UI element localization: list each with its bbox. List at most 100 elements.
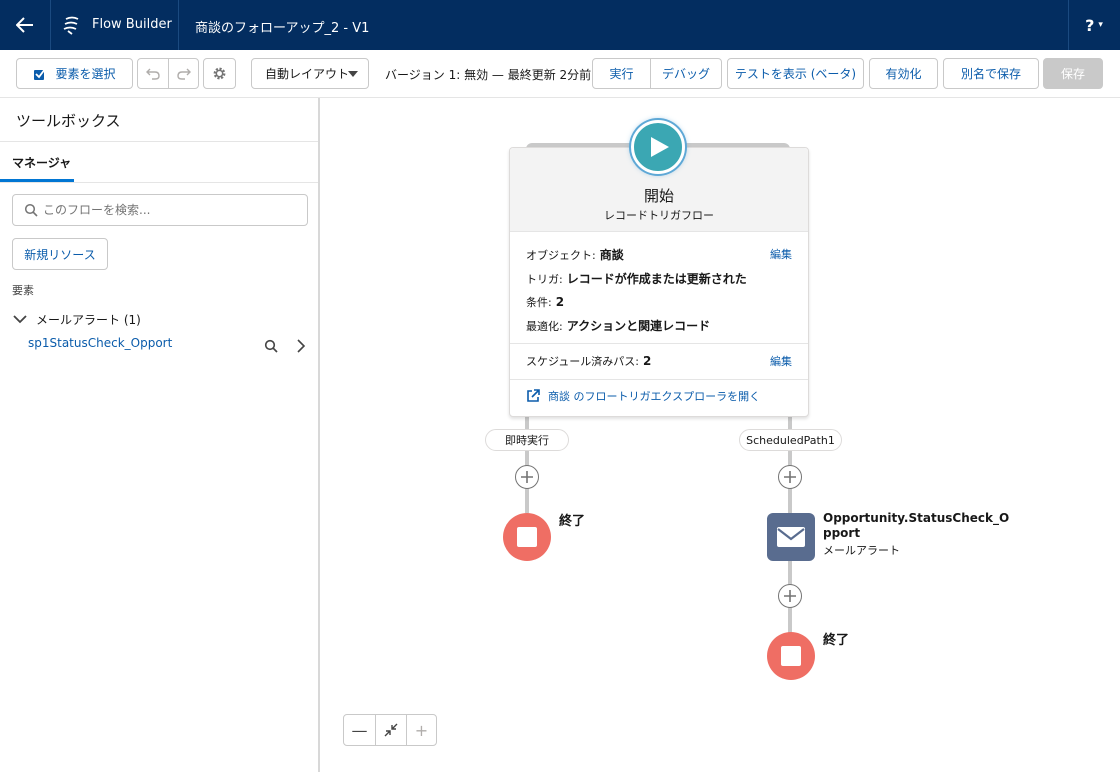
email-alert-node-type: メールアラート [823, 544, 900, 557]
start-node[interactable] [631, 120, 685, 174]
end-node[interactable] [503, 513, 551, 561]
stop-icon [517, 527, 537, 547]
flow-builder-logo-icon [63, 16, 79, 35]
condition-label: 条件: [526, 296, 552, 309]
stop-icon [781, 646, 801, 666]
plus-icon [784, 471, 796, 483]
header-divider [50, 0, 51, 50]
tab-manager[interactable]: マネージャ [12, 154, 71, 171]
email-icon [777, 527, 805, 547]
optimize-label: 最適化: [526, 320, 563, 333]
layout-select-value: 自動レイアウト [265, 67, 350, 81]
condition-value: 2 [555, 295, 565, 309]
debug-button[interactable]: デバッグ [651, 59, 721, 88]
play-icon [650, 137, 669, 157]
trigger-explorer-label: 商談 のフロートリガエクスプローラを開く [548, 390, 761, 403]
app-header: Flow Builder 商談のフォローアップ_2 - V1 ? ▾ [0, 0, 1120, 50]
email-alert-group-toggle[interactable]: メールアラート (1) [12, 310, 141, 328]
email-alert-node-name: Opportunity.StatusCheck_Opport [823, 511, 1010, 540]
save-as-button[interactable]: 別名で保存 [943, 58, 1039, 89]
header-divider [178, 0, 179, 50]
plus-icon [521, 471, 533, 483]
collapse-arrows-icon [384, 723, 397, 737]
external-link-icon [527, 389, 540, 402]
divider [510, 343, 808, 344]
email-alert-item-link[interactable]: sp1StatusCheck_Opport [28, 336, 172, 350]
scheduled-paths-value: 2 [642, 354, 652, 368]
email-alert-node[interactable] [767, 513, 815, 561]
chevron-right-icon[interactable] [295, 339, 307, 353]
search-icon[interactable] [264, 339, 278, 353]
connector-line [788, 415, 792, 429]
divider [510, 379, 808, 380]
immediate-path-label[interactable]: 即時実行 [485, 429, 569, 451]
chevron-down-icon: ▾ [1098, 20, 1103, 30]
undo-redo-group [137, 58, 199, 89]
divider [0, 182, 318, 183]
save-button[interactable]: 保存 [1043, 58, 1103, 89]
checkbox-select-icon [34, 67, 47, 80]
back-button[interactable] [0, 0, 50, 50]
object-value: 商談 [599, 248, 624, 262]
start-subtitle: レコードトリガフロー [604, 209, 714, 222]
run-debug-group: 実行 デバッグ [592, 58, 722, 89]
scheduled-path-label[interactable]: ScheduledPath1 [739, 429, 842, 451]
toolbox-title: ツールボックス [16, 112, 121, 130]
object-row: オブジェクト: 商談 [526, 246, 624, 263]
undo-icon [146, 68, 160, 80]
flow-search-box [12, 194, 308, 226]
caret-down-icon [348, 71, 358, 77]
help-menu-button[interactable]: ? ▾ [1068, 0, 1120, 50]
optimize-value: アクションと関連レコード [566, 319, 711, 333]
email-alert-group-label: メールアラート (1) [36, 312, 141, 327]
select-elements-label: 要素を選択 [55, 67, 116, 81]
zoom-controls: — + [343, 714, 437, 746]
divider [0, 141, 318, 142]
settings-button[interactable] [203, 58, 236, 89]
flow-search-input[interactable] [43, 201, 293, 219]
zoom-out-button[interactable]: — [344, 715, 375, 745]
redo-icon [177, 68, 191, 80]
connector-line [525, 415, 529, 429]
zoom-in-button[interactable]: + [406, 715, 437, 745]
version-status: バージョン 1: 無効 — 最終更新 2分前 [385, 68, 592, 82]
fit-to-view-button[interactable] [375, 715, 406, 745]
run-button[interactable]: 実行 [593, 59, 650, 88]
activate-button[interactable]: 有効化 [869, 58, 938, 89]
add-element-button[interactable] [778, 465, 802, 489]
app-name: Flow Builder [92, 17, 172, 32]
optimize-row: 最適化: アクションと関連レコード [526, 317, 710, 334]
elements-section-label: 要素 [12, 284, 34, 297]
layout-select[interactable]: 自動レイアウト [251, 58, 369, 89]
view-tests-button[interactable]: テストを表示 (ベータ) [727, 58, 864, 89]
redo-button[interactable] [169, 59, 199, 88]
scheduled-paths-row: スケジュール済みパス: 2 [526, 353, 651, 369]
start-title: 開始 [643, 187, 674, 205]
edit-trigger-link[interactable]: 編集 [770, 246, 792, 262]
select-elements-button[interactable]: 要素を選択 [16, 58, 133, 89]
toolbox-panel: ツールボックス マネージャ 新規リソース 要素 メールアラート (1) sp1S… [0, 98, 320, 772]
trigger-explorer-link[interactable]: 商談 のフロートリガエクスプローラを開く [526, 388, 760, 404]
trigger-label: トリガ: [526, 273, 563, 286]
add-element-button[interactable] [515, 465, 539, 489]
new-resource-button[interactable]: 新規リソース [12, 238, 108, 270]
edit-scheduled-paths-link[interactable]: 編集 [770, 353, 792, 369]
flow-title: 商談のフォローアップ_2 - V1 [195, 21, 370, 36]
scheduled-paths-label: スケジュール済みパス: [526, 355, 639, 368]
end-label: 終了 [559, 514, 586, 529]
trigger-value: レコードが作成または更新された [566, 272, 747, 286]
condition-row: 条件: 2 [526, 294, 564, 310]
plus-icon [784, 590, 796, 602]
chevron-down-icon [13, 315, 27, 324]
start-element-card[interactable]: 開始 レコードトリガフロー オブジェクト: 商談 編集 トリガ: レコードが作成また… [509, 147, 809, 417]
end-node[interactable] [767, 632, 815, 680]
end-label: 終了 [823, 633, 850, 648]
add-element-button[interactable] [778, 584, 802, 608]
gear-icon [213, 67, 226, 80]
trigger-row: トリガ: レコードが作成または更新された [526, 270, 747, 287]
search-icon [24, 203, 38, 217]
undo-button[interactable] [138, 59, 168, 88]
back-arrow-icon [16, 17, 33, 33]
object-label: オブジェクト: [526, 249, 596, 262]
help-icon: ? [1085, 15, 1095, 35]
